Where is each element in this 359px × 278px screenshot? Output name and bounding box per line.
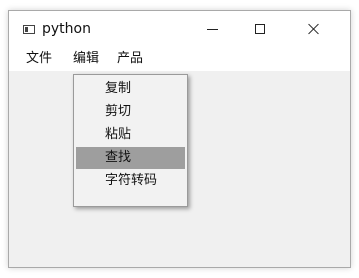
app-window: python 文件 编辑 产品 复制 剪切 粘贴 查找 字符转码	[8, 10, 351, 268]
menu-item-cut[interactable]: 剪切	[76, 101, 185, 123]
menu-item-transcode[interactable]: 字符转码	[76, 170, 185, 192]
menu-edit[interactable]: 编辑	[67, 47, 105, 71]
menu-item-paste[interactable]: 粘贴	[76, 124, 185, 146]
edit-dropdown-menu: 复制 剪切 粘贴 查找 字符转码	[73, 74, 188, 207]
close-icon	[308, 23, 320, 35]
menu-item-copy[interactable]: 复制	[76, 78, 185, 100]
maximize-button[interactable]	[237, 11, 283, 47]
title-bar[interactable]: python	[9, 11, 350, 47]
menu-product[interactable]: 产品	[111, 47, 149, 71]
close-button[interactable]	[291, 11, 337, 47]
minimize-button[interactable]	[189, 11, 235, 47]
menu-item-find[interactable]: 查找	[76, 147, 185, 169]
maximize-icon	[255, 24, 265, 34]
menu-bar: 文件 编辑 产品	[9, 47, 350, 71]
window-title: python	[42, 21, 91, 37]
menu-file[interactable]: 文件	[20, 47, 58, 71]
app-icon	[23, 25, 35, 34]
minimize-icon	[206, 28, 218, 30]
